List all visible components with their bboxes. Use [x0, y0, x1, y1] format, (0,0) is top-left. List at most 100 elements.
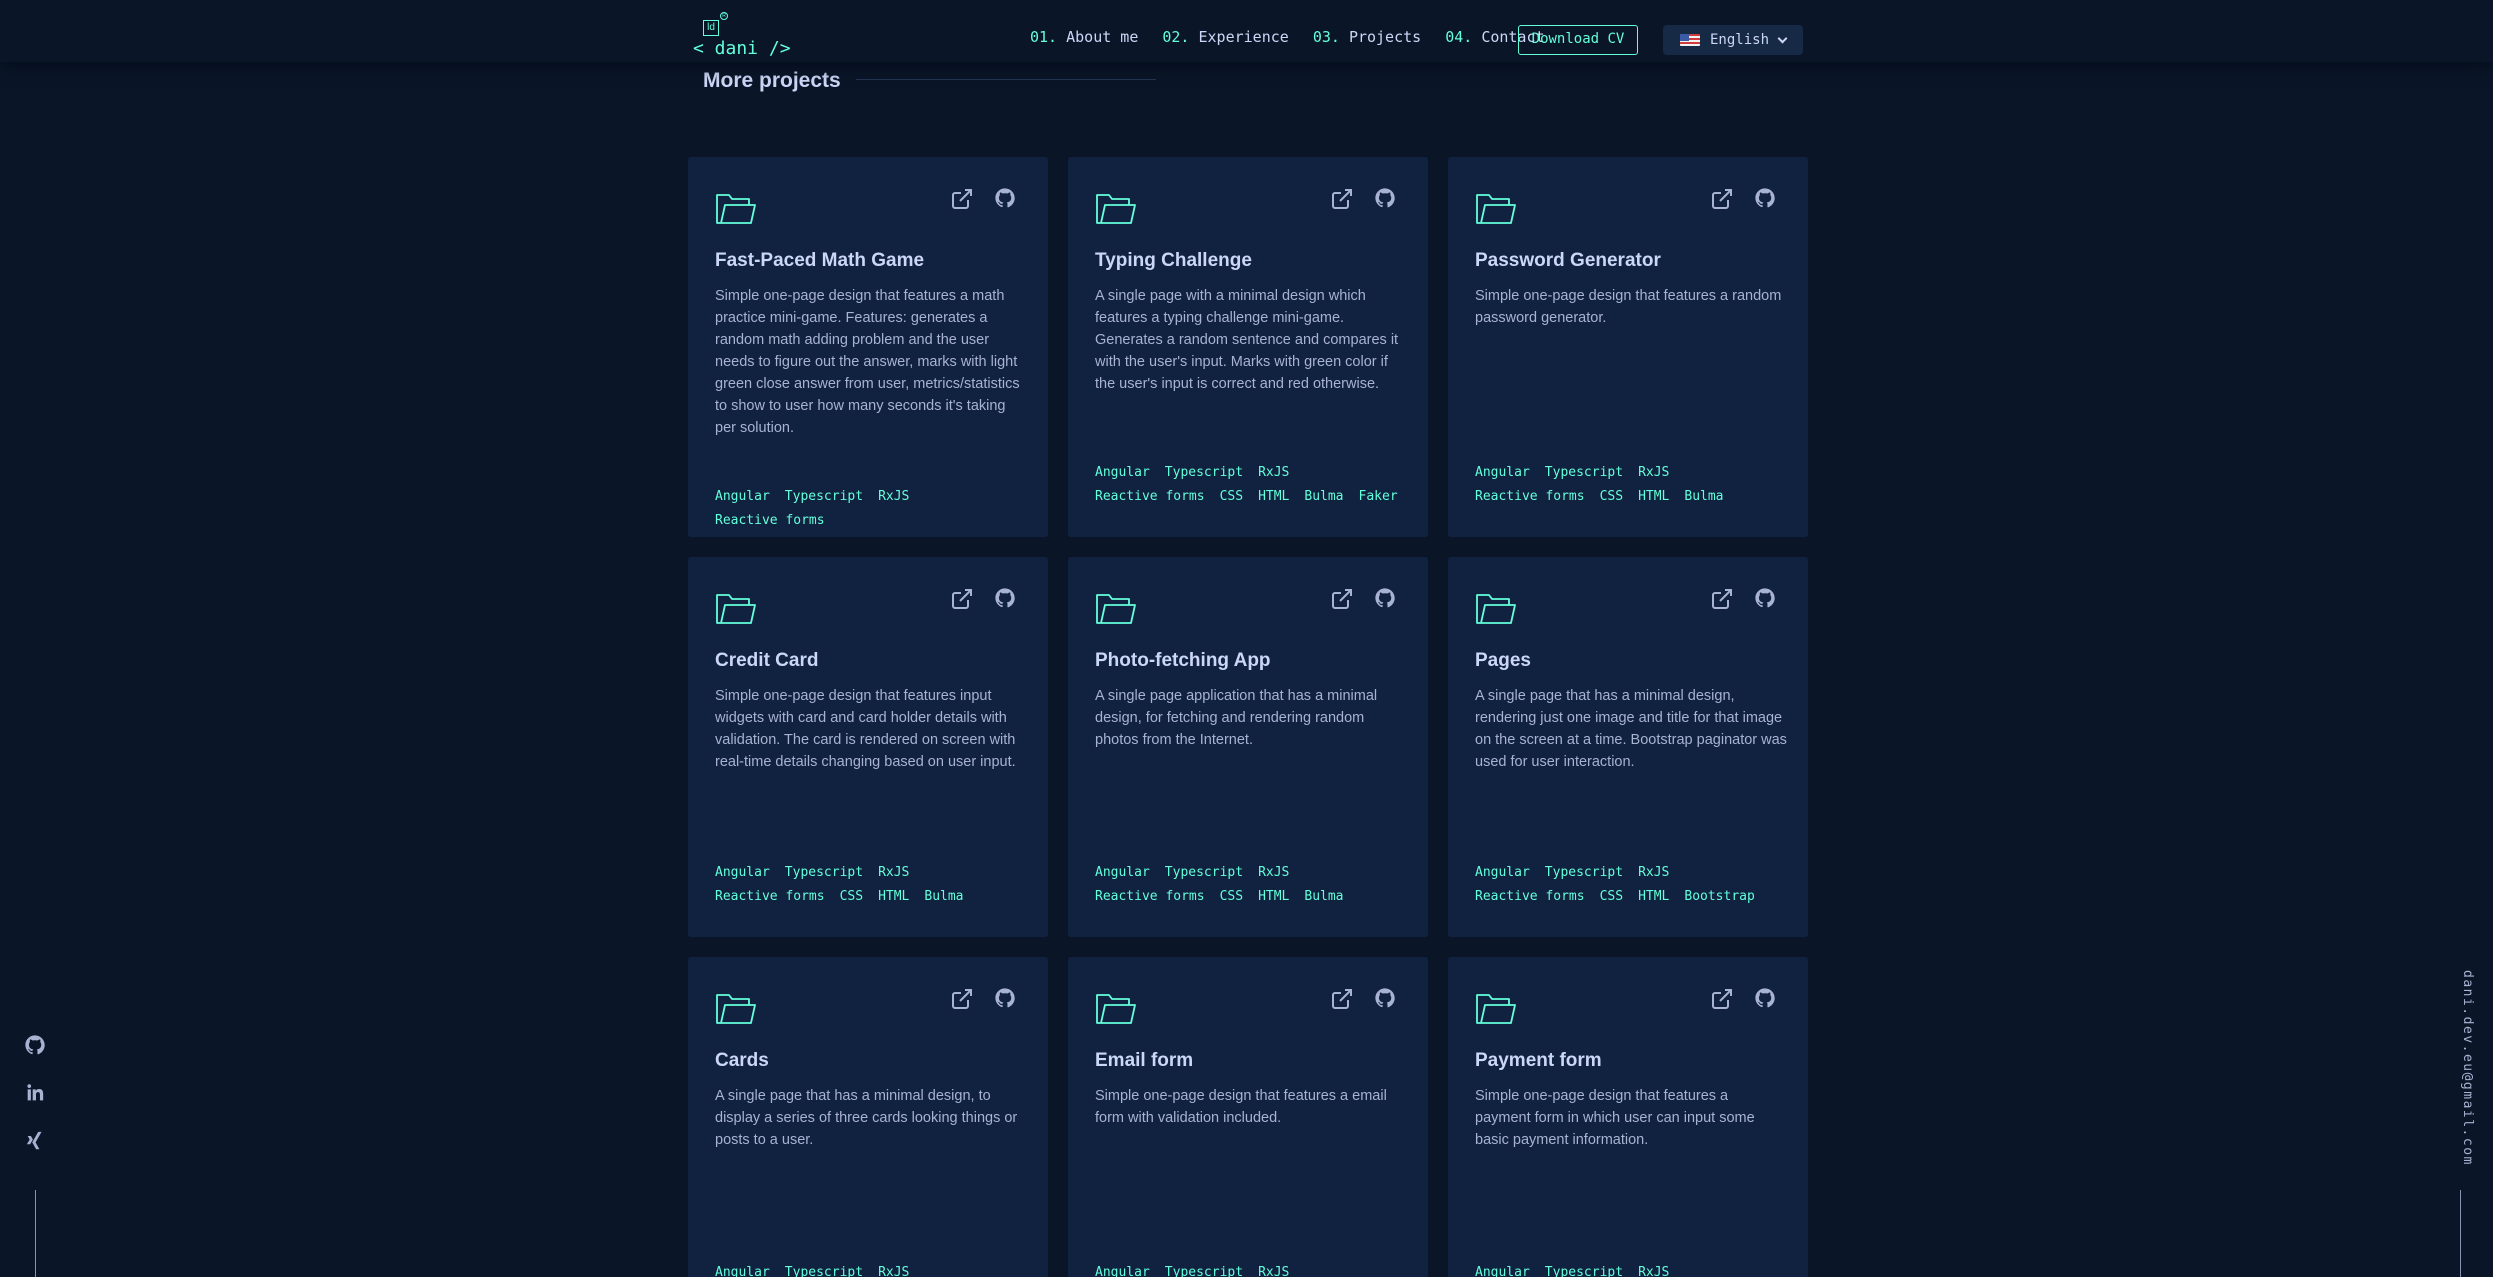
github-icon[interactable] [994, 587, 1016, 609]
tech-tag-list: Angular Typescript RxJS [1095, 1265, 1407, 1277]
tech-tag: CSS [1219, 889, 1244, 904]
xing-icon[interactable] [24, 1130, 46, 1152]
github-icon[interactable] [1374, 187, 1396, 209]
language-select[interactable]: English [1663, 25, 1803, 55]
tech-tag: Angular [1475, 465, 1530, 480]
tech-tag: RxJS [1638, 465, 1670, 480]
nav-about-me[interactable]: 01. About me [1030, 28, 1138, 46]
tech-tag: CSS [839, 889, 864, 904]
tech-tag-list: Angular Typescript RxJS Reactive forms CSS HT… [1475, 865, 1787, 905]
tech-tag: Typescript [1164, 465, 1244, 480]
project-description: Simple one-page design that features a p… [1475, 1088, 1755, 1148]
email-link[interactable]: dani.dev.eu@gmail.com [2455, 970, 2475, 1170]
external-link-icon[interactable] [950, 987, 974, 1011]
tech-tag: Bulma [924, 889, 964, 904]
language-label: English [1710, 32, 1770, 48]
project-card[interactable]: Fast-Paced Math Game Simple one-page desi… [688, 157, 1048, 537]
nav-experience[interactable]: 02. Experience [1162, 28, 1288, 46]
tech-tag: RxJS [1638, 865, 1670, 880]
project-title[interactable]: Fast-Paced Math Game [715, 250, 924, 272]
github-icon[interactable] [994, 987, 1016, 1009]
left-sidebar-line [35, 1190, 36, 1277]
github-icon[interactable] [1754, 187, 1776, 209]
tech-tag-list: Angular Typescript RxJS Reactive forms [715, 489, 1027, 529]
folder-icon [1475, 991, 1517, 1027]
tech-tag: RxJS [1638, 1265, 1670, 1277]
project-card[interactable]: Cards A single page that has a minimal de… [688, 957, 1048, 1277]
github-icon[interactable] [1754, 987, 1776, 1009]
external-link-icon[interactable] [1710, 187, 1734, 211]
tech-tag: Bulma [1304, 889, 1344, 904]
github-icon[interactable] [994, 187, 1016, 209]
github-icon[interactable] [1754, 587, 1776, 609]
external-link-icon[interactable] [1710, 987, 1734, 1011]
project-description: A single page that has a minimal design,… [715, 1088, 1018, 1148]
project-title[interactable]: Photo-fetching App [1095, 650, 1271, 672]
tech-tag: Faker [1358, 489, 1398, 504]
project-card[interactable]: Pages A single page that has a minimal de… [1448, 557, 1808, 937]
main-nav: 01. About me 02. Experience 03. Projects… [1030, 28, 1545, 46]
external-link-icon[interactable] [950, 187, 974, 211]
project-title[interactable]: Pages [1475, 650, 1531, 672]
tech-tag-list: Angular Typescript RxJS [715, 1265, 1027, 1277]
tech-tag: Typescript [1544, 865, 1624, 880]
folder-icon [715, 991, 757, 1027]
project-description: Simple one-page design that features a e… [1095, 1088, 1387, 1126]
folder-icon [1095, 191, 1137, 227]
project-card[interactable]: Typing Challenge A single page with a min… [1068, 157, 1428, 537]
external-link-icon[interactable] [1330, 987, 1354, 1011]
tech-tag: RxJS [1258, 1265, 1290, 1277]
project-title[interactable]: Credit Card [715, 650, 818, 672]
tech-tag: Angular [715, 865, 770, 880]
tech-tag: CSS [1219, 489, 1244, 504]
project-card[interactable]: Photo-fetching App A single page applicat… [1068, 557, 1428, 937]
nav-projects[interactable]: 03. Projects [1313, 28, 1421, 46]
tech-tag: Typescript [784, 865, 864, 880]
tech-tag: HTML [878, 889, 910, 904]
section-divider [856, 79, 1156, 80]
linkedin-icon[interactable] [24, 1082, 46, 1104]
external-link-icon[interactable] [1330, 587, 1354, 611]
project-title[interactable]: Payment form [1475, 1050, 1602, 1072]
download-cv-button[interactable]: Download CV [1518, 25, 1638, 55]
github-icon[interactable] [24, 1034, 46, 1056]
project-title[interactable]: Password Generator [1475, 250, 1661, 272]
logo-mark: ld [703, 20, 719, 36]
external-link-icon[interactable] [950, 587, 974, 611]
project-description: Simple one-page design that features inp… [715, 688, 1016, 770]
folder-icon [1095, 591, 1137, 627]
site-header: ld R < dani /> 01. About me 02. Experien… [0, 0, 2493, 62]
tech-tag-list: Angular Typescript RxJS Reactive forms CSS HT… [1475, 465, 1787, 505]
tech-tag: Reactive forms [715, 889, 825, 904]
external-link-icon[interactable] [1710, 587, 1734, 611]
tech-tag: Typescript [1544, 1265, 1624, 1277]
tech-tag: Typescript [1164, 1265, 1244, 1277]
github-icon[interactable] [1374, 987, 1396, 1009]
tech-tag: RxJS [1258, 865, 1290, 880]
project-title[interactable]: Cards [715, 1050, 769, 1072]
right-sidebar-line [2460, 1190, 2461, 1277]
project-card[interactable]: Payment form Simple one-page design that … [1448, 957, 1808, 1277]
project-description: A single page that has a minimal design,… [1475, 688, 1787, 770]
project-card[interactable]: Email form Simple one-page design that fe… [1068, 957, 1428, 1277]
tech-tag: Reactive forms [1475, 489, 1585, 504]
tech-tag: Bulma [1304, 489, 1344, 504]
tech-tag: RxJS [878, 1265, 910, 1277]
logo-registered-mark: R [720, 12, 728, 20]
project-card[interactable]: Password Generator Simple one-page design… [1448, 157, 1808, 537]
tech-tag: Reactive forms [1475, 889, 1585, 904]
external-link-icon[interactable] [1330, 187, 1354, 211]
chevron-down-icon [1777, 33, 1788, 44]
project-title[interactable]: Typing Challenge [1095, 250, 1252, 272]
tech-tag: Typescript [784, 1265, 864, 1277]
folder-icon [1475, 191, 1517, 227]
project-card[interactable]: Credit Card Simple one-page design that f… [688, 557, 1048, 937]
tech-tag: Typescript [1164, 865, 1244, 880]
us-flag-icon [1680, 34, 1700, 46]
tech-tag: HTML [1638, 489, 1670, 504]
tech-tag: Angular [1095, 465, 1150, 480]
project-title[interactable]: Email form [1095, 1050, 1193, 1072]
tech-tag-list: Angular Typescript RxJS Reactive forms CSS HT… [1095, 465, 1407, 505]
github-icon[interactable] [1374, 587, 1396, 609]
tech-tag: Angular [1475, 1265, 1530, 1277]
